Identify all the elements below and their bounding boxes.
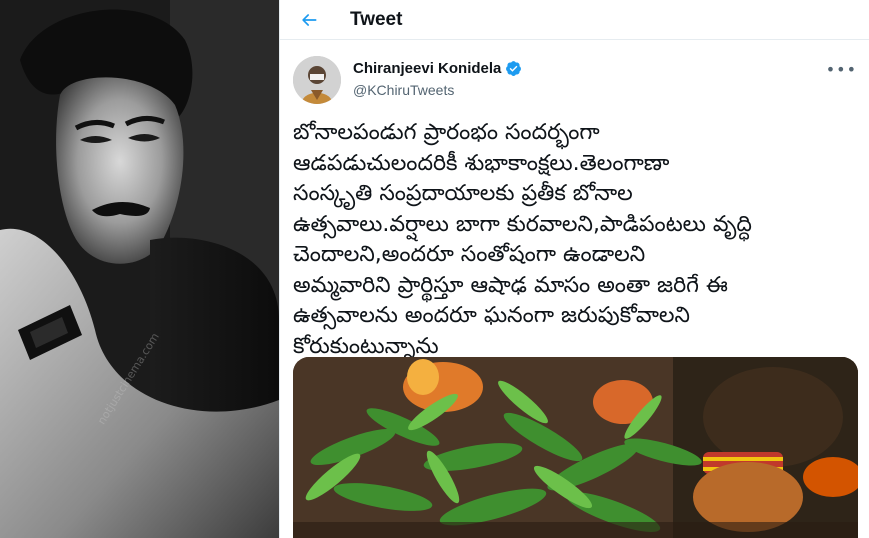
more-horizontal-icon[interactable]: •••: [826, 60, 857, 79]
verified-badge-icon: [505, 60, 522, 77]
author-handle[interactable]: @KChiruTweets: [353, 82, 454, 98]
tweet-text: బోనాలపండుగ ప్రారంభం సందర్భంగా ఆడపడుచులంద…: [293, 120, 752, 359]
author-name-text: Chiranjeevi Konidela: [353, 60, 502, 77]
tweet-media-image[interactable]: [293, 357, 858, 538]
arrow-left-icon[interactable]: [298, 9, 320, 31]
bonalu-leaves-photo: [293, 357, 858, 538]
avatar[interactable]: [293, 56, 341, 104]
portrait-photo: notjustcinema.com: [0, 0, 279, 538]
tweet-header: Tweet: [280, 0, 869, 40]
portrait-illustration: [0, 0, 279, 538]
page-title: Tweet: [350, 8, 403, 30]
tweet-panel: Tweet Chiranjeevi Konidela @KChiruTweets…: [279, 0, 869, 538]
author-name[interactable]: Chiranjeevi Konidela: [353, 60, 522, 77]
tweet-author: Chiranjeevi Konidela @KChiruTweets •••: [293, 56, 859, 106]
